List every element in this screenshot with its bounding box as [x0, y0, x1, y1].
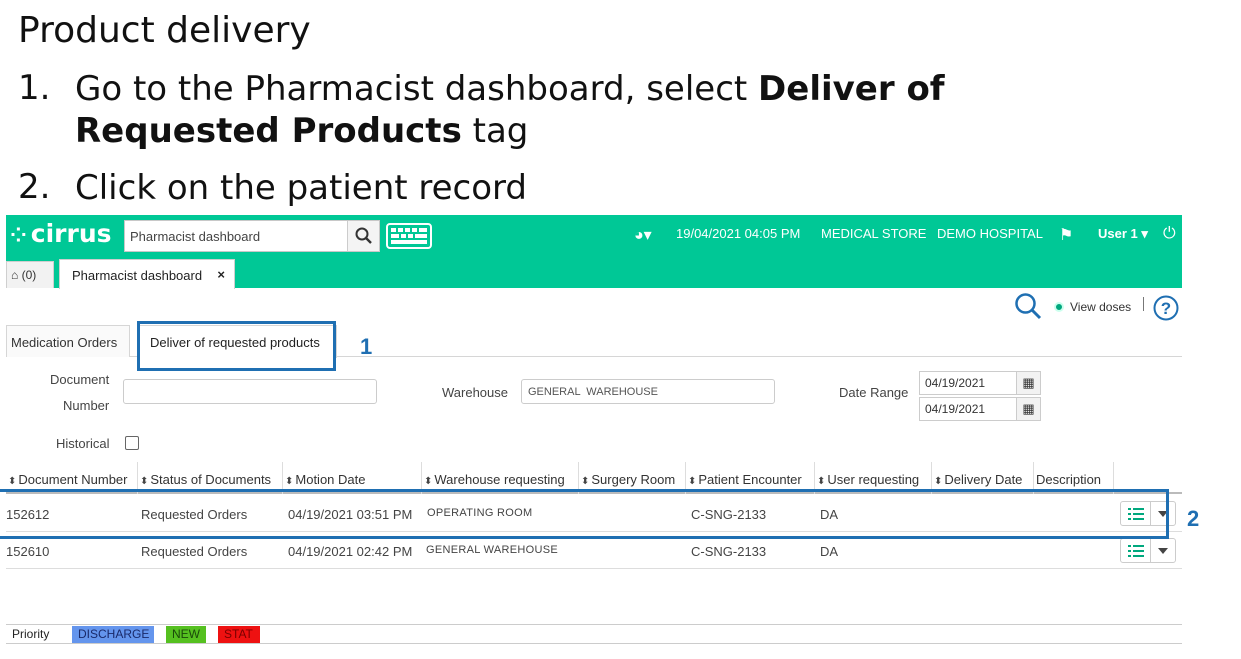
header-label: Warehouse requesting [434, 472, 565, 487]
step-1-text: Go to the Pharmacist dashboard, select D… [75, 68, 1125, 152]
cell-user: DA [820, 544, 839, 559]
search-icon [355, 227, 372, 244]
header-label: Patient Encounter [698, 472, 802, 487]
close-icon[interactable]: × [217, 267, 225, 282]
step-2-number: 2. [18, 167, 51, 207]
logo-text: cirrus [30, 219, 112, 248]
header-label: Motion Date [295, 472, 366, 487]
step-2-text: Click on the patient record [75, 168, 527, 208]
step-1-text-b: tag [461, 111, 529, 151]
historical-label: Historical [56, 436, 110, 451]
header-label: Description [1036, 472, 1102, 487]
svg-text:?: ? [1161, 299, 1171, 318]
top-bar: ⁘cirrus ◕▾ 19/04/2021 04:05 PM MEDICAL S… [6, 215, 1182, 255]
tab-bar: ⌂ (0) Pharmacist dashboard × [6, 255, 1182, 289]
step-1-number: 1. [18, 68, 51, 108]
document-number-label-1: Document [50, 372, 110, 387]
search-box [124, 220, 380, 252]
calendar-button[interactable]: ▦ [1016, 398, 1040, 420]
search-input[interactable] [125, 221, 347, 251]
callout-number-2: 2 [1187, 506, 1200, 531]
logo-dots-icon: ⁘ [10, 223, 27, 247]
view-doses-toggle[interactable]: View doses [1054, 300, 1131, 314]
help-icon[interactable]: ? [1153, 295, 1179, 321]
sort-icon: ⬍ [285, 476, 294, 487]
store-selector[interactable]: MEDICAL STORE [821, 226, 926, 241]
home-tab[interactable]: ⌂ (0) [6, 261, 54, 288]
app-window: ⁘cirrus ◕▾ 19/04/2021 04:05 PM MEDICAL S… [6, 215, 1182, 659]
date-range-label: Date Range [839, 385, 909, 400]
caret-down-icon[interactable] [1151, 539, 1175, 562]
search-button[interactable] [347, 221, 379, 251]
calendar-button[interactable]: ▦ [1016, 372, 1040, 394]
callout-box-1 [137, 321, 336, 371]
legend-stat: STAT [218, 626, 260, 643]
cell-encounter: C-SNG-2133 [691, 544, 767, 559]
header-label: User requesting [827, 472, 920, 487]
datetime: 19/04/2021 04:05 PM [676, 226, 801, 241]
sort-icon: ⬍ [140, 476, 149, 487]
sort-icon: ⬍ [581, 476, 590, 487]
power-icon[interactable]: ⏻ [1163, 225, 1176, 243]
cell-document-number: 152610 [6, 544, 50, 559]
header-label: Document Number [18, 472, 128, 487]
cell-status: Requested Orders [141, 544, 248, 559]
sort-icon: ⬍ [8, 476, 17, 487]
search-icon[interactable] [1014, 292, 1042, 320]
callout-box-2 [0, 489, 1169, 539]
slide-title: Product delivery [18, 10, 311, 51]
calendar-icon: ▦ [1022, 375, 1035, 390]
home-count: (0) [21, 268, 37, 282]
document-number-label-2: Number [63, 398, 110, 413]
flag-icon[interactable]: ⚑ [1059, 225, 1073, 245]
priority-legend: Priority DISCHARGE NEW STAT [6, 624, 1182, 644]
historical-checkbox[interactable] [125, 436, 139, 450]
keyboard-button[interactable] [386, 223, 432, 249]
document-number-input[interactable] [123, 379, 377, 404]
legend-discharge: DISCHARGE [72, 626, 154, 643]
calendar-icon: ▦ [1022, 401, 1035, 416]
tab-pharmacist-dashboard[interactable]: Pharmacist dashboard × [59, 259, 235, 289]
sort-icon: ⬍ [817, 476, 826, 487]
date-from-input[interactable] [920, 372, 1018, 394]
tab-medication-orders[interactable]: Medication Orders [6, 325, 130, 357]
date-to-field: ▦ [919, 397, 1041, 421]
header-label: Status of Documents [150, 472, 272, 487]
warehouse-label: Warehouse [442, 385, 508, 400]
date-to-input[interactable] [920, 398, 1018, 420]
divider [1143, 297, 1144, 311]
priority-label: Priority [12, 627, 50, 641]
sort-icon: ⬍ [934, 476, 943, 487]
legend-new: NEW [166, 626, 206, 643]
warehouse-field[interactable] [521, 379, 775, 404]
header-label: Delivery Date [944, 472, 1023, 487]
step-1-text-a: Go to the Pharmacist dashboard, select [75, 69, 759, 109]
row-actions-button[interactable] [1120, 538, 1176, 563]
view-doses-label: View doses [1070, 300, 1132, 314]
globe-icon[interactable]: ◕▾ [634, 225, 652, 245]
cell-motion-date: 04/19/2021 02:42 PM [288, 544, 413, 559]
radio-icon [1054, 302, 1064, 312]
keyboard-icon [386, 223, 432, 249]
tab-label: Pharmacist dashboard [72, 268, 203, 283]
user-name: User 1 [1098, 226, 1138, 241]
header-label: Surgery Room [591, 472, 676, 487]
cirrus-logo: ⁘ cirrus [10, 219, 112, 248]
sort-icon: ⬍ [688, 476, 697, 487]
toolbar: View doses ? [6, 288, 1182, 324]
list-icon[interactable] [1121, 539, 1151, 562]
user-menu[interactable]: User 1 ▾ [1098, 226, 1148, 242]
sort-icon: ⬍ [424, 476, 433, 487]
callout-number-1: 1 [360, 334, 373, 359]
home-icon: ⌂ [11, 268, 19, 282]
hospital-selector[interactable]: DEMO HOSPITAL [937, 226, 1043, 241]
cell-warehouse: GENERAL WAREHOUSE [426, 544, 559, 556]
date-from-field: ▦ [919, 371, 1041, 395]
